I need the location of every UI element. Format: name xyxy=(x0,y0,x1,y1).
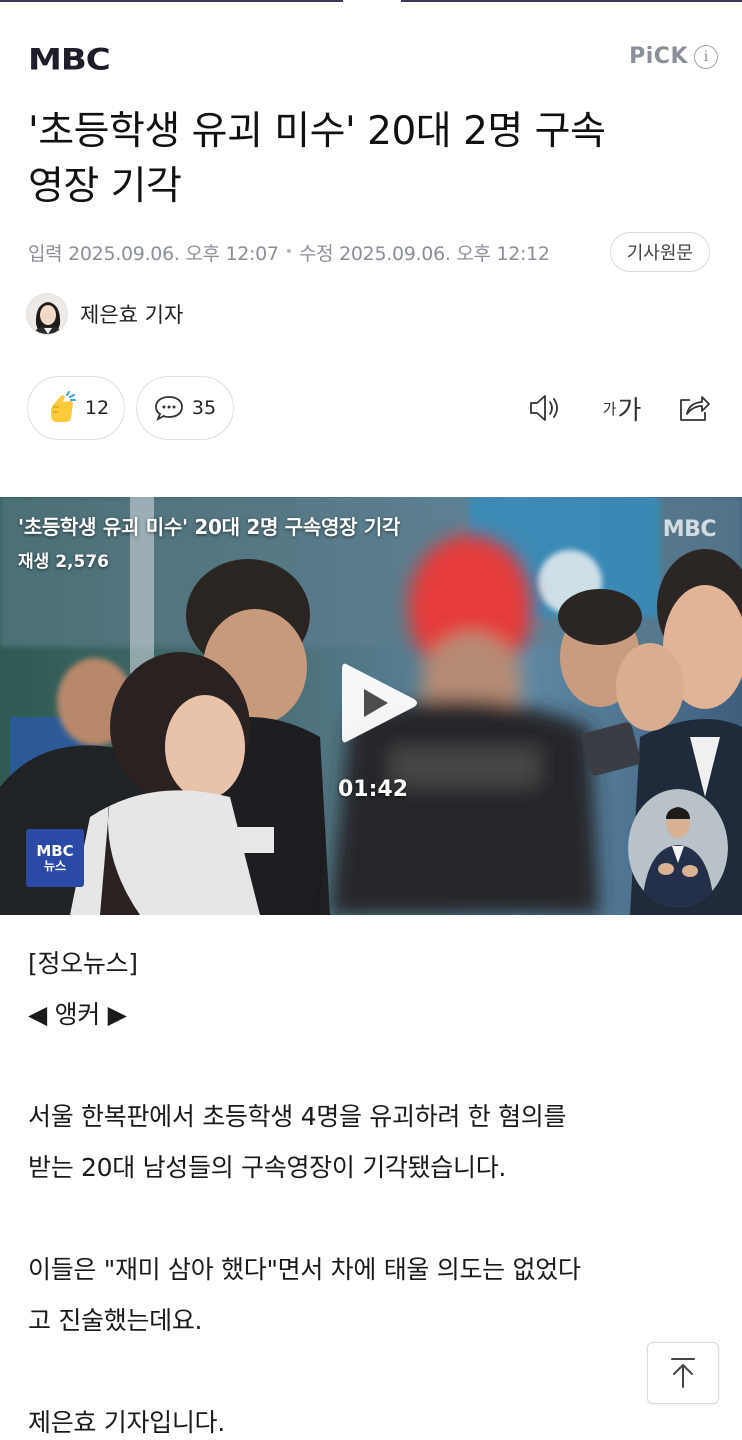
video-view-count: 재생 2,576 xyxy=(18,552,109,572)
clap-icon xyxy=(50,391,76,422)
font-size-button[interactable]: 가가 xyxy=(597,390,647,426)
speech-bubble-icon xyxy=(155,396,183,421)
article-title-line2: 영장 기각 xyxy=(28,164,182,209)
reporter-row[interactable]: 제은효 기자 xyxy=(26,292,183,336)
font-size-large-glyph: 가 xyxy=(617,395,642,426)
reporter-name[interactable]: 제은효 기자 xyxy=(80,299,183,329)
badge-line2: 뉴스 xyxy=(43,859,67,873)
section-label: [정오뉴스] xyxy=(28,949,138,978)
play-icon[interactable] xyxy=(334,655,422,751)
pick-label: PiCK xyxy=(629,44,688,69)
mbc-watermark: MBC xyxy=(662,517,717,542)
meta-separator: • xyxy=(284,244,293,260)
anchor-label: ◀ 앵커 ▶ xyxy=(28,1000,127,1029)
article-meta: 입력 2025.09.06. 오후 12:07 • 수정 2025.09.06.… xyxy=(28,232,718,272)
share-button[interactable] xyxy=(675,390,713,426)
share-icon xyxy=(680,396,710,421)
paragraph-2-line1: 이들은 "재미 삼아 했다"면서 차에 태울 의도는 없었다 xyxy=(28,1255,581,1284)
indicator-bar-right xyxy=(401,0,742,2)
video-duration: 01:42 xyxy=(338,777,409,802)
original-article-button[interactable]: 기사원문 xyxy=(609,232,710,272)
article-title-line1: '초등학생 유괴 미수' 20대 2명 구속 xyxy=(28,109,606,154)
text-to-speech-button[interactable] xyxy=(527,390,563,426)
top-indicator-bars xyxy=(0,0,742,4)
scroll-to-top-button[interactable] xyxy=(647,1342,719,1404)
modified-time: 수정 2025.09.06. 오후 12:12 xyxy=(299,242,550,265)
sign-language-interpreter xyxy=(628,789,728,907)
comment-count: 35 xyxy=(191,397,217,419)
arrow-up-icon xyxy=(671,1358,695,1388)
like-button[interactable]: 12 xyxy=(27,376,125,440)
article-title: '초등학생 유괴 미수' 20대 2명 구속 영장 기각 xyxy=(28,104,718,214)
paragraph-1-line2: 받는 20대 남성들의 구속영장이 기각됐습니다. xyxy=(28,1153,507,1182)
published-time: 입력 2025.09.06. 오후 12:07 xyxy=(28,242,279,265)
pick-badge[interactable]: PiCK i xyxy=(629,44,718,69)
comment-button[interactable]: 35 xyxy=(136,376,234,440)
paragraph-2-line2: 고 진술했는데요. xyxy=(28,1306,203,1335)
speaker-icon xyxy=(530,395,558,421)
like-count: 12 xyxy=(84,397,110,419)
video-title: '초등학생 유괴 미수' 20대 2명 구속영장 기각 xyxy=(18,515,401,539)
brand-row: MBC PiCK i xyxy=(28,40,718,80)
badge-line1: MBC xyxy=(36,842,74,860)
mbc-news-badge: MBC 뉴스 xyxy=(26,829,84,887)
paragraph-1-line1: 서울 한복판에서 초등학생 4명을 유괴하려 한 혐의를 xyxy=(28,1102,567,1131)
reporter-avatar xyxy=(26,293,68,335)
mbc-logo[interactable]: MBC xyxy=(28,40,111,80)
article-body: [정오뉴스] ◀ 앵커 ▶ 서울 한복판에서 초등학생 4명을 유괴하려 한 혐… xyxy=(28,938,718,1440)
info-icon[interactable]: i xyxy=(694,44,718,69)
action-row: 12 35 가가 xyxy=(27,376,717,440)
video-player[interactable]: '초등학생 유괴 미수' 20대 2명 구속영장 기각 재생 2,576 MBC… xyxy=(0,497,742,915)
indicator-bar-left xyxy=(0,0,343,2)
paragraph-3-line1: 제은효 기자입니다. xyxy=(28,1408,225,1437)
font-size-small-glyph: 가 xyxy=(602,399,617,418)
